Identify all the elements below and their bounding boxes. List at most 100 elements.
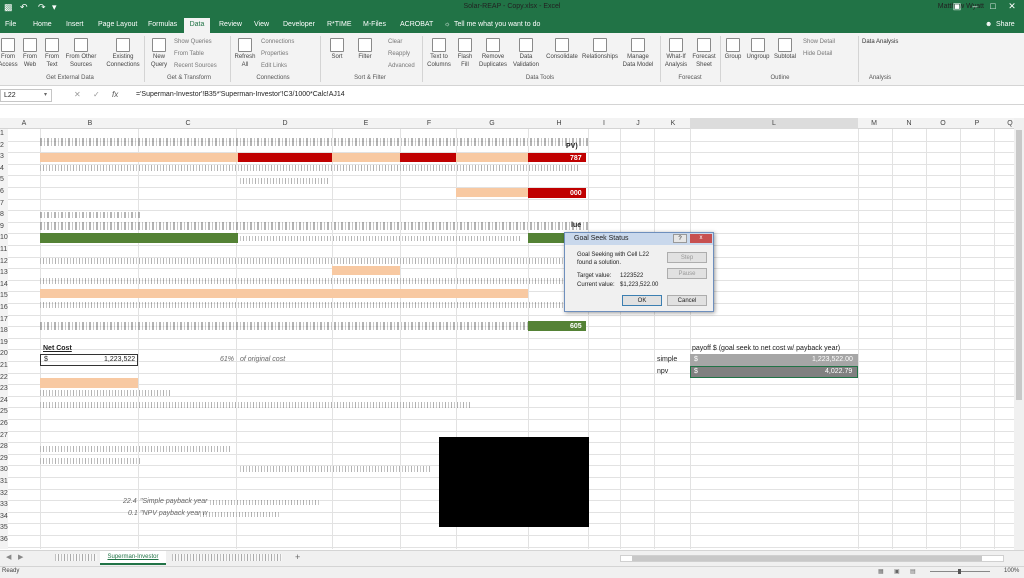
row-header[interactable]: 2 [0,142,4,149]
sheet-tab-obscured[interactable] [55,554,97,561]
vertical-scroll-thumb[interactable] [1016,130,1022,400]
tab-view[interactable]: View [254,21,269,28]
npv-payback-label[interactable]: "NPV payback year w [140,510,207,517]
row-header[interactable]: 16 [0,304,8,311]
data-validation-button[interactable]: Data Validation [510,38,542,69]
row-header[interactable]: 8 [0,211,4,218]
reapply-button[interactable]: Reapply [388,50,410,58]
tab-acrobat[interactable]: ACROBAT [400,21,433,28]
row-header[interactable]: 20 [0,350,8,357]
col-header-h[interactable]: H [555,120,563,127]
edit-links-button[interactable]: Edit Links [261,62,287,70]
normal-view-icon[interactable]: ▦ [878,568,884,575]
add-sheet-button[interactable]: + [295,552,300,562]
col-header-c[interactable]: C [184,120,192,127]
payoff-header[interactable]: payoff $ (goal seek to net cost w/ payba… [692,345,840,352]
from-web-button[interactable]: From Web [20,38,40,69]
row-header[interactable]: 32 [0,490,8,497]
show-queries-button[interactable]: Show Queries [174,38,212,46]
tab-file[interactable]: File [5,21,16,28]
share-button[interactable]: Share [996,21,1015,28]
npv-payback-value[interactable]: 0.1 [128,510,138,517]
maximize-icon[interactable]: □ [984,1,1002,11]
group-button[interactable]: Group [722,38,744,61]
col-header-j[interactable]: J [634,120,642,127]
dialog-help-button[interactable]: ? [673,234,687,243]
ribbon-options-icon[interactable]: ▣ [948,1,966,12]
refresh-all-button[interactable]: Refresh All [233,38,257,69]
row-header[interactable]: 34 [0,513,8,520]
row-header[interactable]: 33 [0,501,8,508]
col-header-g[interactable]: G [488,120,496,127]
row-header[interactable]: 17 [0,316,8,323]
row-header[interactable]: 7 [0,200,4,207]
tab-data[interactable]: Data [184,18,210,33]
page-layout-view-icon[interactable]: ▣ [894,568,900,575]
tab-formulas[interactable]: Formulas [148,21,177,28]
row-header[interactable]: 3 [0,153,4,160]
existing-connections-button[interactable]: Existing Connections [104,38,142,69]
tab-home[interactable]: Home [33,21,52,28]
cell-h17-value[interactable]: 605 [570,323,582,330]
col-header-i[interactable]: I [600,120,608,127]
subtotal-button[interactable]: Subtotal [772,38,798,61]
hide-detail-button[interactable]: Hide Detail [803,50,832,58]
from-access-button[interactable]: From Access [0,38,18,69]
enter-icon[interactable]: ✓ [93,90,100,99]
tab-insert[interactable]: Insert [66,21,84,28]
row-header[interactable]: 30 [0,466,8,473]
cell-h1-label[interactable]: PV) [566,143,578,150]
name-box-dropdown-icon[interactable]: ▾ [44,91,47,98]
row-header[interactable]: 36 [0,536,8,543]
row-header[interactable]: 5 [0,176,4,183]
row-header[interactable]: 35 [0,524,8,531]
relationships-button[interactable]: Relationships [581,38,619,61]
cell-h2-value[interactable]: 787 [570,155,582,162]
col-header-l[interactable]: L [770,120,778,127]
data-analysis-button[interactable]: Data Analysis [862,38,898,46]
row-header[interactable]: 13 [0,269,8,276]
col-header-p[interactable]: P [973,120,981,127]
col-header-d[interactable]: D [281,120,289,127]
advanced-button[interactable]: Advanced [388,62,415,70]
row-header[interactable]: 29 [0,455,8,462]
tab-developer[interactable]: Developer [283,21,315,28]
row-header[interactable]: 12 [0,258,8,265]
from-other-sources-button[interactable]: From Other Sources [64,38,98,69]
tab-review[interactable]: Review [219,21,242,28]
col-header-m[interactable]: M [870,120,878,127]
step-button[interactable]: Step [667,252,707,263]
filter-button[interactable]: Filter [355,38,375,61]
col-header-f[interactable]: F [425,120,433,127]
close-window-icon[interactable]: ✕ [1003,1,1021,12]
sheet-tab-active[interactable]: Superman-Investor [100,551,166,565]
ok-button[interactable]: OK [622,295,662,306]
row-header[interactable]: 24 [0,397,8,404]
row-header[interactable]: 27 [0,432,8,439]
row-header[interactable]: 19 [0,339,8,346]
flash-fill-button[interactable]: Flash Fill [455,38,475,69]
col-header-q[interactable]: Q [1006,120,1014,127]
forecast-sheet-button[interactable]: Forecast Sheet [692,38,716,69]
row-header[interactable]: 22 [0,374,8,381]
recent-sources-button[interactable]: Recent Sources [174,62,217,70]
sort-button[interactable]: Sort [328,38,346,61]
from-table-button[interactable]: From Table [174,50,204,58]
row-header[interactable]: 9 [0,223,4,230]
pct-of-original-label[interactable]: of original cost [240,356,285,363]
row-header[interactable]: 31 [0,478,8,485]
simple-label[interactable]: simple [657,356,677,363]
insert-function-button[interactable]: fx [112,90,118,99]
manage-data-model-button[interactable]: Manage Data Model [621,38,655,69]
row-header[interactable]: 11 [0,246,7,253]
sheet-tab-obscured[interactable] [172,554,282,561]
cell-h9-label[interactable]: lue [571,222,581,229]
tell-me-search[interactable]: Tell me what you want to do [454,21,540,28]
net-cost-label[interactable]: Net Cost [43,345,72,352]
remove-duplicates-button[interactable]: Remove Duplicates [478,38,508,69]
row-header[interactable]: 23 [0,385,8,392]
horizontal-scroll-thumb[interactable] [632,556,982,561]
row-header[interactable]: 15 [0,292,8,299]
col-header-o[interactable]: O [939,120,947,127]
connections-button[interactable]: Connections [261,38,294,46]
